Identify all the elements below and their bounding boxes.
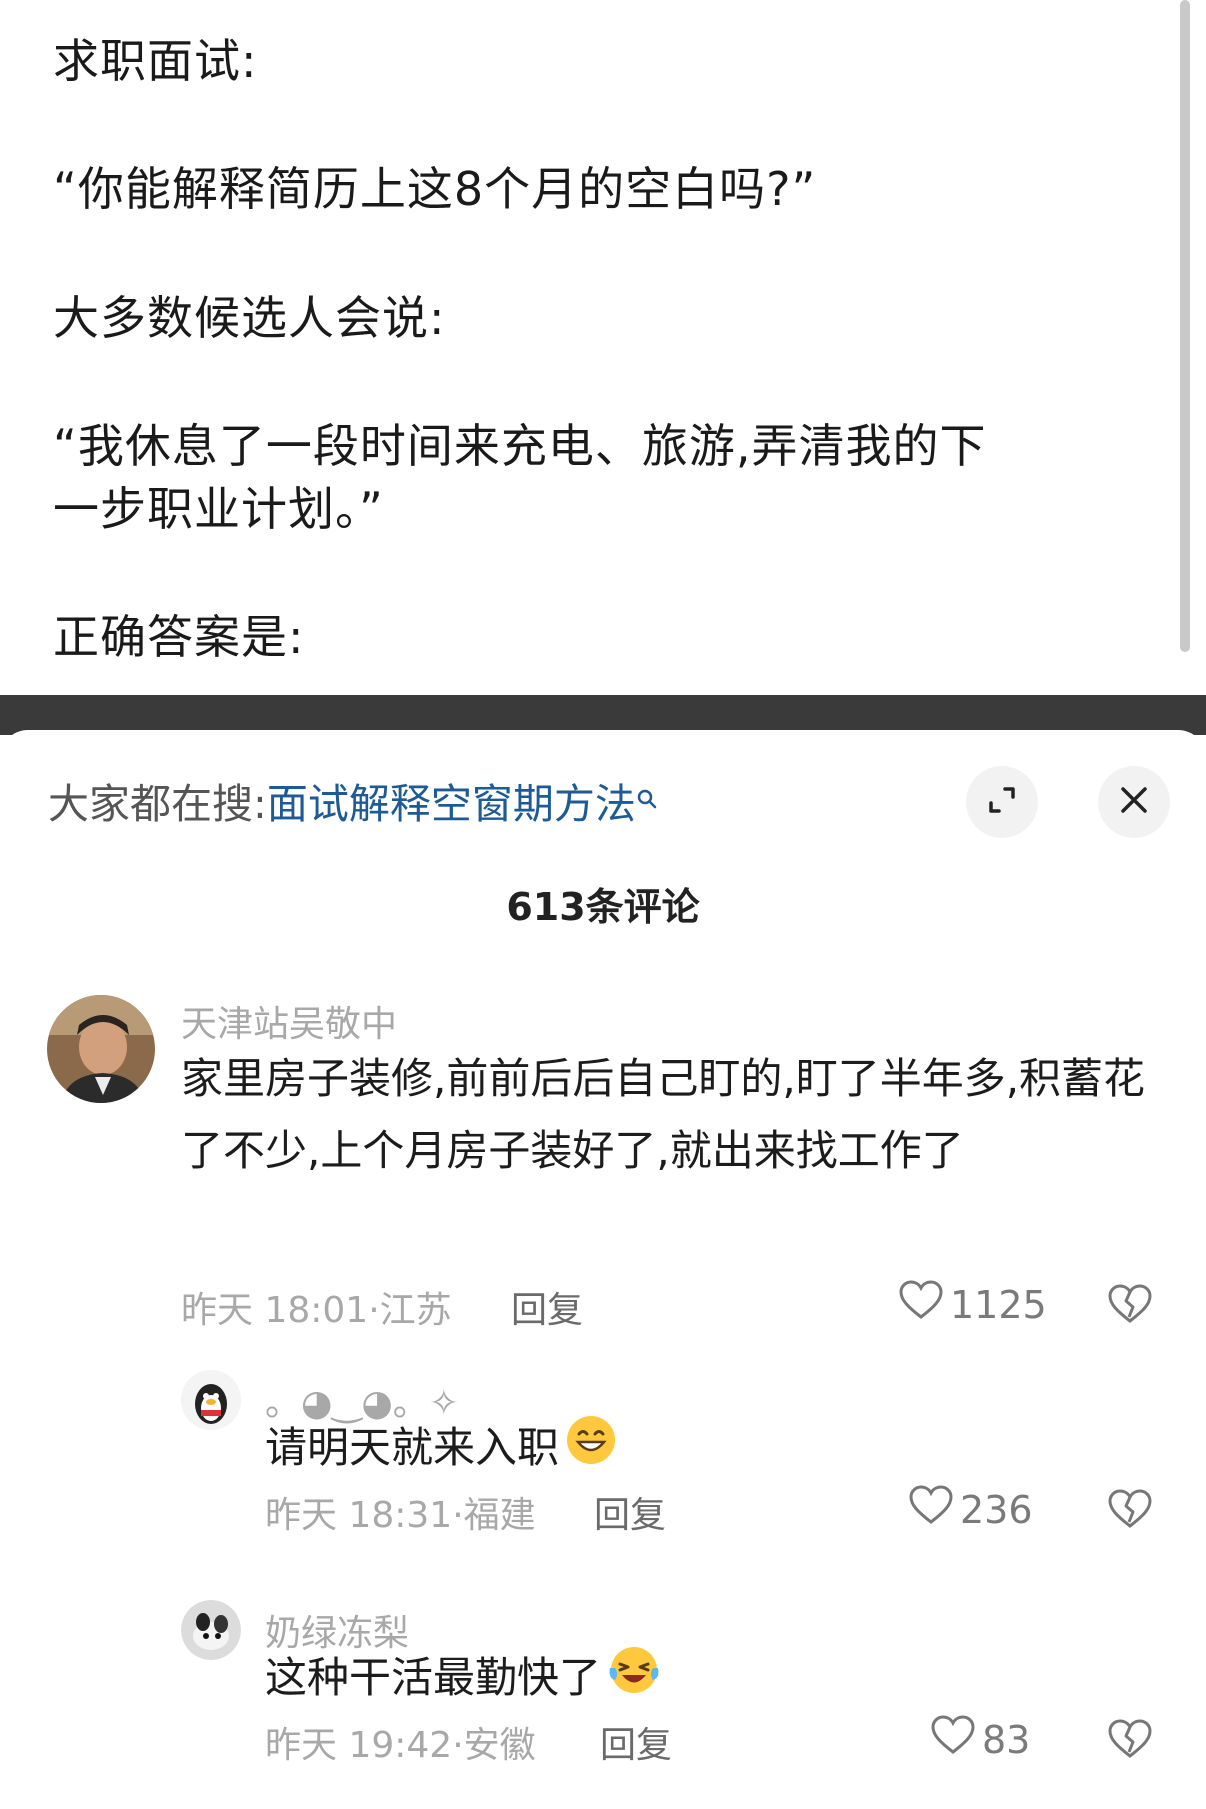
broken-heart-icon [1107,1719,1153,1764]
like-count: 1125 [950,1282,1047,1327]
post-line: “你能解释简历上这8个月的空白吗?” [53,162,817,216]
heart-outline-icon [898,1279,950,1330]
comment-text: 这种干活最勤快了 [265,1653,602,1702]
trending-search-link[interactable]: 面试解释空窗期方法 [267,780,636,828]
like-count: 83 [982,1717,1031,1762]
comment-time-location: 昨天 18:31·福建 [265,1495,536,1536]
avatar[interactable] [47,995,155,1103]
comment-text-row: 请明天就来入职 [265,1412,1165,1488]
post-line: 大多数候选人会说: [53,291,446,345]
comment-text: 家里房子装修,前前后后自己盯的,盯了半年多,积蓄花了不少,上个月房子装好了,就出… [181,1054,1146,1175]
heart-outline-icon [930,1714,982,1765]
broken-heart-icon [1107,1489,1153,1534]
comment-time-location: 昨天 18:01·江苏 [181,1290,452,1331]
expand-icon [985,783,1019,821]
post-line: 一步职业计划。” [53,482,384,536]
like-button[interactable]: 236 [908,1484,1033,1535]
grinning-face-emoji [565,1414,617,1488]
heart-outline-icon [908,1484,960,1535]
like-button[interactable]: 83 [930,1714,1030,1765]
close-button[interactable] [1098,766,1170,838]
scrollbar[interactable] [1180,0,1190,652]
reply-button[interactable]: 回复 [594,1486,666,1538]
dislike-button[interactable] [1107,1488,1153,1534]
broken-heart-icon [1107,1284,1153,1329]
search-icon[interactable] [636,772,658,809]
comment-text: 请明天就来入职 [265,1423,560,1472]
post-line: 正确答案是: [53,610,305,664]
reply-button[interactable]: 回复 [600,1716,672,1768]
expand-button[interactable] [966,766,1038,838]
like-button[interactable]: 1125 [898,1279,1047,1330]
laughing-crying-face-emoji [607,1644,661,1718]
post-content: 求职面试: “你能解释简历上这8个月的空白吗?” 大多数候选人会说: “我休息了… [0,0,1206,695]
comment-sheet: 大家都在搜:面试解释空窗期方法 613条评论 天津站吴敬中 家里房子装修,前前后… [0,730,1206,1809]
avatar[interactable] [181,1600,241,1660]
comment-time-location: 昨天 19:42·安徽 [265,1725,536,1766]
comment-count: 613条评论 [506,885,700,929]
post-line: 求职面试: [53,34,258,88]
dislike-button[interactable] [1107,1718,1153,1764]
trending-search-label: 大家都在搜: [48,780,267,828]
like-count: 236 [960,1487,1033,1532]
close-icon [1117,783,1151,821]
trending-search[interactable]: 大家都在搜:面试解释空窗期方法 [48,770,658,828]
dislike-button[interactable] [1107,1283,1153,1329]
reply-button[interactable]: 回复 [511,1281,583,1333]
comment-username[interactable]: 天津站吴敬中 [181,995,397,1047]
post-line: “我休息了一段时间来充电、旅游,弄清我的下 [53,419,987,473]
avatar[interactable] [181,1370,241,1430]
comment-text-row: 这种干活最勤快了 [265,1642,1165,1718]
sheet-backdrop [0,695,1206,735]
